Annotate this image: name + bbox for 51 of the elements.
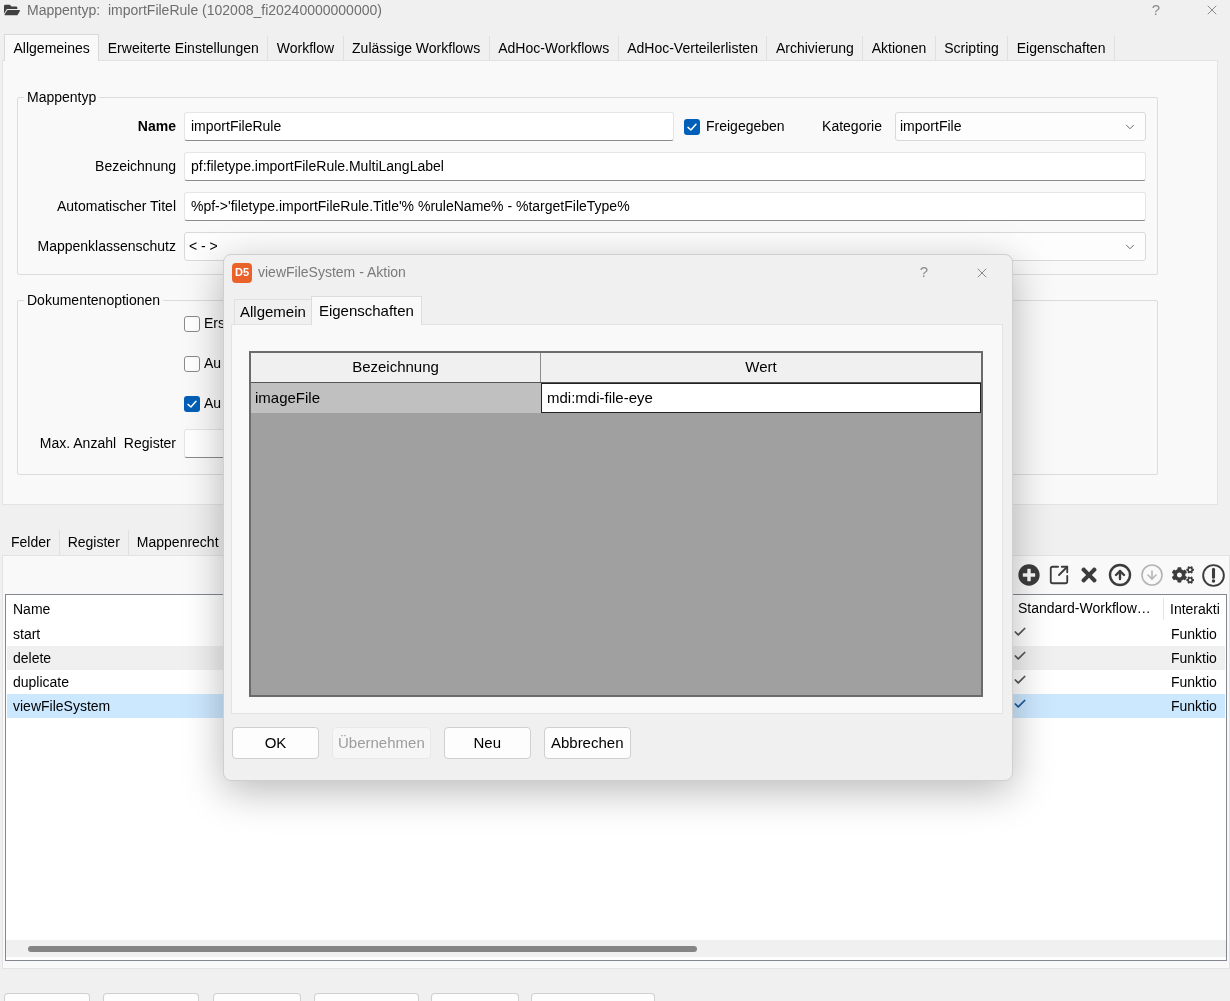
table-cell: start [13,626,41,642]
dropdown[interactable]: importFile [895,112,1146,141]
field-label: Max. Anzahl Register [39,434,176,453]
checkbox[interactable] [184,395,200,412]
scrollbar-thumb[interactable] [28,945,697,952]
exclamation-circle-icon[interactable] [1202,563,1225,587]
text-field[interactable]: pf:filetype.importFileRule.MultiLangLabel [184,152,1146,181]
column-header[interactable]: Bezeichnung [251,353,541,382]
table-cell: Funktio [1171,674,1217,690]
window-title: Mappentyp: importFileRule (102008_fi20240000000000) [27,0,382,20]
field-label: Mappenklassenschutz [37,237,176,256]
folder-icon [4,2,20,18]
field-label: Bezeichnung [95,157,176,176]
column-header[interactable]: Interakti [1170,600,1220,617]
tab[interactable]: Allgemeines [4,34,100,61]
checkbox-label: Au [204,354,222,373]
app-logo: D5 [232,262,252,283]
group-title: Dokumentenoptionen [26,292,162,309]
dialog-button[interactable]: Abbrechen [543,727,631,759]
table-cell: Funktio [1171,650,1217,666]
table-cell: Funktio [1171,698,1217,714]
gears-icon[interactable] [1172,564,1194,586]
table-cell: viewFileSystem [13,698,111,714]
checkbox[interactable] [184,355,200,372]
field-label: Automatischer Titel [56,197,176,216]
group-title: Mappentyp [26,89,98,106]
checkbox[interactable] [684,118,700,135]
dialog-button[interactable]: Neu [443,727,531,759]
column-header[interactable]: Name [13,600,51,617]
column-header[interactable]: Wert [541,353,981,382]
table-cell: imageFile [251,383,541,413]
scrollbar-track[interactable] [6,940,1226,957]
value-cell[interactable]: mdi:mdi-file-eye [541,383,981,413]
text-field[interactable]: %pf->'filetype.importFileRule.Title'% %ruleName% - %targetFileType% [184,192,1146,221]
dialog-button[interactable]: OK [232,727,319,759]
table-cell: delete [13,650,52,666]
arrow-up-circle-icon[interactable] [1108,563,1132,587]
checkbox[interactable] [184,315,200,332]
text-field[interactable] [184,429,226,458]
text-field[interactable]: importFileRule [184,112,674,141]
table-cell: duplicate [13,674,70,690]
external-link-icon[interactable] [1048,564,1070,586]
checkbox-label: Au [204,394,222,413]
field-label: Name [137,117,176,136]
tab[interactable]: Allgemein [234,299,311,324]
checkbox-label: Freigegeben [706,117,785,136]
column-header[interactable]: Standard-Workflow… [1018,598,1151,619]
table-cell: Funktio [1171,626,1217,642]
dialog-title: viewFileSystem - Aktion [258,263,406,282]
field-label: Kategorie [822,117,882,136]
tab[interactable]: Eigenschaften [310,296,422,325]
